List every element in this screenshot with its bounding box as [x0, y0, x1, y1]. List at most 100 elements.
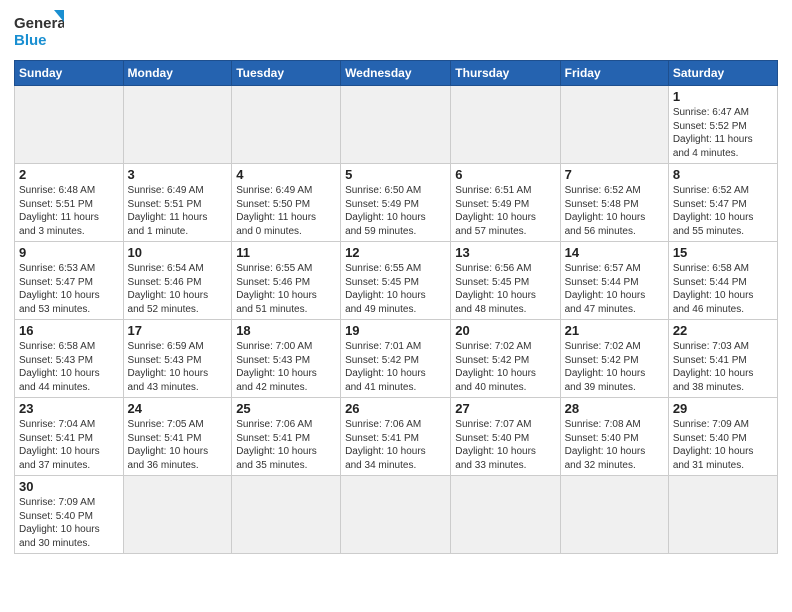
day-number: 22 — [673, 323, 773, 338]
day-info: Sunrise: 7:06 AM Sunset: 5:41 PM Dayligh… — [345, 418, 446, 472]
calendar-cell: 29 Sunrise: 7:09 AM Sunset: 5:40 PM Dayli… — [668, 398, 777, 476]
day-number: 19 — [345, 323, 446, 338]
day-info: Sunrise: 6:49 AM Sunset: 5:51 PM Dayligh… — [128, 184, 228, 238]
day-number: 29 — [673, 401, 773, 416]
calendar-cell: 15 Sunrise: 6:58 AM Sunset: 5:44 PM Dayli… — [668, 242, 777, 320]
calendar-cell — [560, 476, 668, 554]
weekday-header-saturday: Saturday — [668, 61, 777, 86]
day-number: 6 — [455, 167, 555, 182]
day-info: Sunrise: 6:58 AM Sunset: 5:43 PM Dayligh… — [19, 340, 119, 394]
day-info: Sunrise: 7:09 AM Sunset: 5:40 PM Dayligh… — [19, 496, 119, 550]
day-info: Sunrise: 6:49 AM Sunset: 5:50 PM Dayligh… — [236, 184, 336, 238]
day-info: Sunrise: 6:55 AM Sunset: 5:46 PM Dayligh… — [236, 262, 336, 316]
calendar-cell: 19 Sunrise: 7:01 AM Sunset: 5:42 PM Dayli… — [341, 320, 451, 398]
day-info: Sunrise: 6:58 AM Sunset: 5:44 PM Dayligh… — [673, 262, 773, 316]
weekday-header-row: SundayMondayTuesdayWednesdayThursdayFrid… — [15, 61, 778, 86]
day-info: Sunrise: 6:55 AM Sunset: 5:45 PM Dayligh… — [345, 262, 446, 316]
day-number: 16 — [19, 323, 119, 338]
day-number: 25 — [236, 401, 336, 416]
calendar-cell: 25 Sunrise: 7:06 AM Sunset: 5:41 PM Dayli… — [232, 398, 341, 476]
day-info: Sunrise: 6:47 AM Sunset: 5:52 PM Dayligh… — [673, 106, 773, 160]
calendar-cell — [341, 86, 451, 164]
calendar-cell — [123, 476, 232, 554]
calendar-cell: 10Sunrise: 6:54 AM Sunset: 5:46 PM Dayli… — [123, 242, 232, 320]
calendar-cell — [451, 476, 560, 554]
calendar-cell: 20 Sunrise: 7:02 AM Sunset: 5:42 PM Dayli… — [451, 320, 560, 398]
calendar-cell: 24Sunrise: 7:05 AM Sunset: 5:41 PM Dayli… — [123, 398, 232, 476]
calendar-cell: 26Sunrise: 7:06 AM Sunset: 5:41 PM Dayli… — [341, 398, 451, 476]
day-info: Sunrise: 6:52 AM Sunset: 5:48 PM Dayligh… — [565, 184, 664, 238]
day-number: 28 — [565, 401, 664, 416]
day-info: Sunrise: 7:02 AM Sunset: 5:42 PM Dayligh… — [455, 340, 555, 394]
calendar-cell: 4 Sunrise: 6:49 AM Sunset: 5:50 PM Daylig… — [232, 164, 341, 242]
day-info: Sunrise: 6:52 AM Sunset: 5:47 PM Dayligh… — [673, 184, 773, 238]
calendar-cell: 11 Sunrise: 6:55 AM Sunset: 5:46 PM Dayli… — [232, 242, 341, 320]
day-number: 4 — [236, 167, 336, 182]
day-info: Sunrise: 7:08 AM Sunset: 5:40 PM Dayligh… — [565, 418, 664, 472]
calendar-cell: 2 Sunrise: 6:48 AM Sunset: 5:51 PM Daylig… — [15, 164, 124, 242]
day-number: 21 — [565, 323, 664, 338]
calendar-cell — [451, 86, 560, 164]
day-info: Sunrise: 7:05 AM Sunset: 5:41 PM Dayligh… — [128, 418, 228, 472]
page: General Blue SundayMondayTuesdayWednesda… — [0, 0, 792, 612]
day-info: Sunrise: 7:01 AM Sunset: 5:42 PM Dayligh… — [345, 340, 446, 394]
calendar-week-row: 1Sunrise: 6:47 AM Sunset: 5:52 PM Daylig… — [15, 86, 778, 164]
day-number: 11 — [236, 245, 336, 260]
day-info: Sunrise: 7:07 AM Sunset: 5:40 PM Dayligh… — [455, 418, 555, 472]
calendar-cell: 30Sunrise: 7:09 AM Sunset: 5:40 PM Dayli… — [15, 476, 124, 554]
day-info: Sunrise: 6:56 AM Sunset: 5:45 PM Dayligh… — [455, 262, 555, 316]
calendar-week-row: 9Sunrise: 6:53 AM Sunset: 5:47 PM Daylig… — [15, 242, 778, 320]
logo: General Blue — [14, 10, 64, 52]
day-number: 2 — [19, 167, 119, 182]
day-number: 14 — [565, 245, 664, 260]
day-number: 18 — [236, 323, 336, 338]
day-number: 23 — [19, 401, 119, 416]
day-number: 15 — [673, 245, 773, 260]
calendar-cell: 21 Sunrise: 7:02 AM Sunset: 5:42 PM Dayli… — [560, 320, 668, 398]
day-number: 8 — [673, 167, 773, 182]
weekday-header-sunday: Sunday — [15, 61, 124, 86]
generalblue-logo-icon: General Blue — [14, 10, 64, 52]
day-info: Sunrise: 6:59 AM Sunset: 5:43 PM Dayligh… — [128, 340, 228, 394]
calendar-cell: 18Sunrise: 7:00 AM Sunset: 5:43 PM Dayli… — [232, 320, 341, 398]
day-number: 12 — [345, 245, 446, 260]
svg-text:General: General — [14, 15, 64, 32]
day-number: 5 — [345, 167, 446, 182]
day-info: Sunrise: 7:06 AM Sunset: 5:41 PM Dayligh… — [236, 418, 336, 472]
day-number: 10 — [128, 245, 228, 260]
day-info: Sunrise: 6:50 AM Sunset: 5:49 PM Dayligh… — [345, 184, 446, 238]
header: General Blue — [14, 10, 778, 52]
calendar-cell: 16 Sunrise: 6:58 AM Sunset: 5:43 PM Dayli… — [15, 320, 124, 398]
calendar-cell: 27 Sunrise: 7:07 AM Sunset: 5:40 PM Dayli… — [451, 398, 560, 476]
day-info: Sunrise: 6:48 AM Sunset: 5:51 PM Dayligh… — [19, 184, 119, 238]
calendar-cell: 7 Sunrise: 6:52 AM Sunset: 5:48 PM Daylig… — [560, 164, 668, 242]
weekday-header-wednesday: Wednesday — [341, 61, 451, 86]
calendar-cell — [15, 86, 124, 164]
calendar-cell — [341, 476, 451, 554]
day-info: Sunrise: 6:53 AM Sunset: 5:47 PM Dayligh… — [19, 262, 119, 316]
calendar-cell: 9Sunrise: 6:53 AM Sunset: 5:47 PM Daylig… — [15, 242, 124, 320]
calendar-cell: 12 Sunrise: 6:55 AM Sunset: 5:45 PM Dayli… — [341, 242, 451, 320]
day-info: Sunrise: 7:09 AM Sunset: 5:40 PM Dayligh… — [673, 418, 773, 472]
calendar-cell: 28 Sunrise: 7:08 AM Sunset: 5:40 PM Dayli… — [560, 398, 668, 476]
calendar-week-row: 2 Sunrise: 6:48 AM Sunset: 5:51 PM Daylig… — [15, 164, 778, 242]
calendar-cell: 8 Sunrise: 6:52 AM Sunset: 5:47 PM Daylig… — [668, 164, 777, 242]
day-number: 3 — [128, 167, 228, 182]
calendar-cell — [232, 476, 341, 554]
day-number: 27 — [455, 401, 555, 416]
calendar-cell — [123, 86, 232, 164]
calendar-cell: 23Sunrise: 7:04 AM Sunset: 5:41 PM Dayli… — [15, 398, 124, 476]
calendar-cell: 17Sunrise: 6:59 AM Sunset: 5:43 PM Dayli… — [123, 320, 232, 398]
weekday-header-tuesday: Tuesday — [232, 61, 341, 86]
weekday-header-thursday: Thursday — [451, 61, 560, 86]
day-info: Sunrise: 7:03 AM Sunset: 5:41 PM Dayligh… — [673, 340, 773, 394]
weekday-header-friday: Friday — [560, 61, 668, 86]
calendar-week-row: 30Sunrise: 7:09 AM Sunset: 5:40 PM Dayli… — [15, 476, 778, 554]
day-info: Sunrise: 6:51 AM Sunset: 5:49 PM Dayligh… — [455, 184, 555, 238]
day-info: Sunrise: 7:02 AM Sunset: 5:42 PM Dayligh… — [565, 340, 664, 394]
calendar-cell: 5 Sunrise: 6:50 AM Sunset: 5:49 PM Daylig… — [341, 164, 451, 242]
day-number: 7 — [565, 167, 664, 182]
day-number: 20 — [455, 323, 555, 338]
calendar-cell: 13Sunrise: 6:56 AM Sunset: 5:45 PM Dayli… — [451, 242, 560, 320]
calendar-week-row: 16 Sunrise: 6:58 AM Sunset: 5:43 PM Dayli… — [15, 320, 778, 398]
